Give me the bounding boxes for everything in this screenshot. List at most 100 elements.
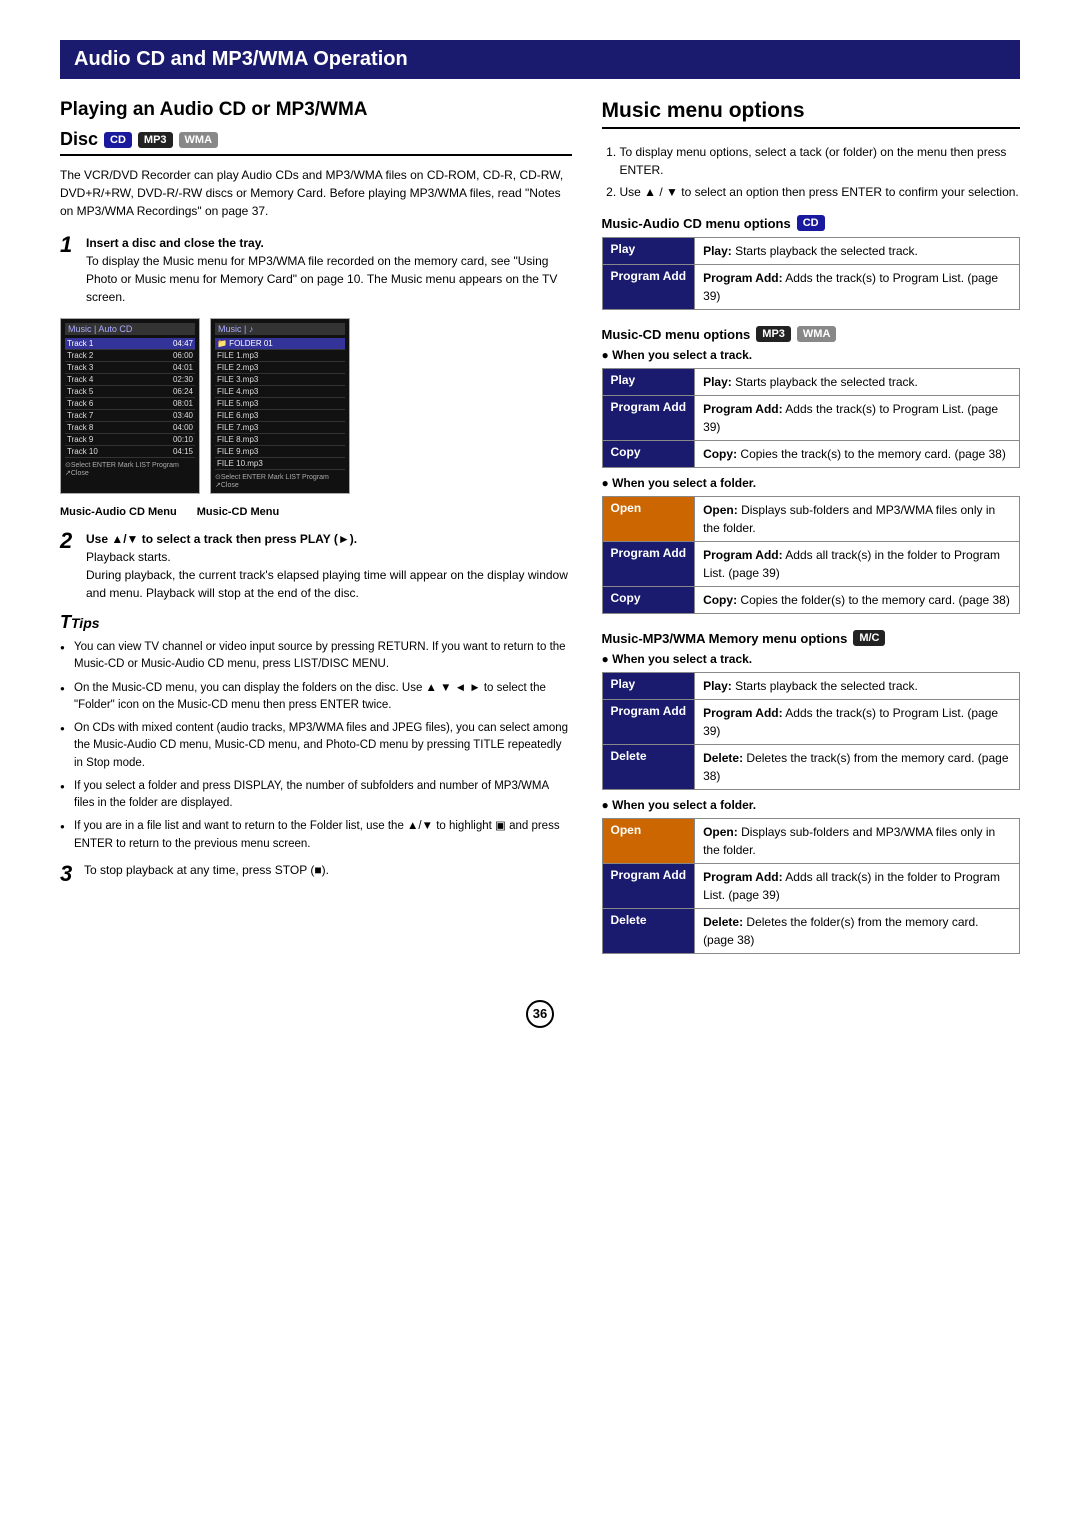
option-row-open-2: Open Open: Displays sub-folders and MP3/…	[602, 819, 1020, 864]
track-row-2: Track 206:00	[65, 350, 195, 362]
option-row-copy-2: Copy Copy: Copies the folder(s) to the m…	[602, 587, 1020, 614]
track-row-9: Track 900:10	[65, 434, 195, 446]
track-row-10: Track 1004:15	[65, 446, 195, 458]
file-row-2: FILE 2.mp3	[215, 362, 345, 374]
option-label-program-add-4: Program Add	[602, 700, 695, 745]
option-desc-program-add-4: Program Add: Adds the track(s) to Progra…	[695, 700, 1020, 745]
option-label-play-3: Play	[602, 673, 695, 700]
option-desc-open: Open: Displays sub-folders and MP3/WMA f…	[695, 497, 1020, 542]
option-desc-play-3: Play: Starts playback the selected track…	[695, 673, 1020, 700]
option-desc-program-add-2: Program Add: Adds the track(s) to Progra…	[695, 396, 1020, 441]
step-2-content: Use ▲/▼ to select a track then press PLA…	[86, 530, 572, 602]
badge-cd: CD	[104, 132, 132, 148]
step-3-number: 3	[60, 863, 78, 885]
memory-track-table: Play Play: Starts playback the selected …	[602, 672, 1021, 790]
tips-header: TTips	[60, 612, 572, 633]
track-bullet: ● When you select a track.	[602, 348, 1021, 362]
mc-badge: M/C	[853, 630, 885, 646]
tip-5: If you are in a file list and want to re…	[60, 818, 572, 853]
tip-1: You can view TV channel or video input s…	[60, 639, 572, 674]
page-number-container: 36	[60, 1000, 1020, 1028]
menu-label-music-cd: Music-CD Menu	[197, 506, 280, 518]
file-row-10: FILE 10.mp3	[215, 458, 345, 470]
option-desc-program-add-5: Program Add: Adds all track(s) in the fo…	[695, 864, 1020, 909]
option-desc-play-2: Play: Starts playback the selected track…	[695, 369, 1020, 396]
option-desc-play: Play: Starts playback the selected track…	[695, 238, 1020, 265]
audio-cd-options-section: Music-Audio CD menu options CD Play Play…	[602, 215, 1021, 310]
option-row-play-2: Play Play: Starts playback the selected …	[602, 369, 1020, 396]
intro-text: The VCR/DVD Recorder can play Audio CDs …	[60, 166, 572, 220]
cd-mp3-options-section: Music-CD menu options MP3 WMA ● When you…	[602, 326, 1021, 614]
file-row-6: FILE 6.mp3	[215, 410, 345, 422]
file-row-1: FILE 1.mp3	[215, 350, 345, 362]
tip-2: On the Music-CD menu, you can display th…	[60, 680, 572, 715]
screenshot-music-cd: Music | ♪ 📁 FOLDER 01 FILE 1.mp3 FILE 2.…	[210, 318, 350, 494]
option-row-program-add: Program Add Program Add: Adds the track(…	[602, 265, 1020, 310]
track-row-7: Track 703:40	[65, 410, 195, 422]
option-label-program-add-3: Program Add	[602, 542, 695, 587]
option-desc-copy: Copy: Copies the track(s) to the memory …	[695, 441, 1020, 468]
tips-box: TTips You can view TV channel or video i…	[60, 612, 572, 853]
disc-line: Disc CD MP3 WMA	[60, 129, 572, 156]
right-column: Music menu options To display menu optio…	[602, 99, 1021, 970]
instruction-1: To display menu options, select a tack (…	[620, 143, 1021, 179]
track-row-4: Track 402:30	[65, 374, 195, 386]
option-row-program-add-2: Program Add Program Add: Adds the track(…	[602, 396, 1020, 441]
audio-cd-heading: Music-Audio CD menu options CD	[602, 215, 1021, 231]
mp3-badge: MP3	[756, 326, 791, 342]
step-1-heading: Insert a disc and close the tray.	[86, 236, 264, 250]
folder-bullet: ● When you select a folder.	[602, 476, 1021, 490]
page-number: 36	[526, 1000, 554, 1028]
option-label-play-2: Play	[602, 369, 695, 396]
memory-track-bullet: ● When you select a track.	[602, 652, 1021, 666]
option-label-open: Open	[602, 497, 695, 542]
option-row-play: Play Play: Starts playback the selected …	[602, 238, 1020, 265]
option-label-copy-2: Copy	[602, 587, 695, 614]
screenshot-audio-cd: Music | Auto CD Track 104:47 Track 206:0…	[60, 318, 200, 494]
step-2-detail: During playback, the current track's ela…	[86, 568, 568, 600]
tips-list: You can view TV channel or video input s…	[60, 639, 572, 853]
file-row-9: FILE 9.mp3	[215, 446, 345, 458]
wma-badge: WMA	[797, 326, 837, 342]
file-row-8: FILE 8.mp3	[215, 434, 345, 446]
screenshot-music-cd-title: Music | ♪	[215, 323, 345, 335]
step-1: 1 Insert a disc and close the tray. To d…	[60, 234, 572, 306]
cd-mp3-heading: Music-CD menu options MP3 WMA	[602, 326, 1021, 342]
option-row-play-3: Play Play: Starts playback the selected …	[602, 673, 1020, 700]
option-label-delete-2: Delete	[602, 909, 695, 954]
file-row-4: FILE 4.mp3	[215, 386, 345, 398]
step-1-number: 1	[60, 234, 78, 306]
option-desc-open-2: Open: Displays sub-folders and MP3/WMA f…	[695, 819, 1020, 864]
option-row-delete-2: Delete Delete: Deletes the folder(s) fro…	[602, 909, 1020, 954]
numbered-steps: To display menu options, select a tack (…	[602, 143, 1021, 201]
left-column: Playing an Audio CD or MP3/WMA Disc CD M…	[60, 99, 572, 970]
track-row-8: Track 804:00	[65, 422, 195, 434]
step-1-content: Insert a disc and close the tray. To dis…	[86, 234, 572, 306]
option-row-copy: Copy Copy: Copies the track(s) to the me…	[602, 441, 1020, 468]
page-header: Audio CD and MP3/WMA Operation	[60, 40, 1020, 79]
track-row-1: Track 104:47	[65, 338, 195, 350]
badge-wma: WMA	[179, 132, 219, 148]
option-label-open-2: Open	[602, 819, 695, 864]
screenshot-footer-right: ⊙Select ENTER Mark LIST Program ↗Close	[215, 473, 345, 489]
option-row-program-add-4: Program Add Program Add: Adds the track(…	[602, 700, 1020, 745]
screenshot-footer-left: ⊙Select ENTER Mark LIST Program ↗Close	[65, 461, 195, 477]
option-label-delete: Delete	[602, 745, 695, 790]
track-row-6: Track 608:01	[65, 398, 195, 410]
option-desc-program-add: Program Add: Adds the track(s) to Progra…	[695, 265, 1020, 310]
audio-cd-option-table: Play Play: Starts playback the selected …	[602, 237, 1021, 310]
option-label-copy: Copy	[602, 441, 695, 468]
memory-folder-table: Open Open: Displays sub-folders and MP3/…	[602, 818, 1021, 954]
option-row-program-add-3: Program Add Program Add: Adds all track(…	[602, 542, 1020, 587]
right-section-title: Music menu options	[602, 99, 1021, 129]
option-label-program-add-2: Program Add	[602, 396, 695, 441]
memory-heading: Music-MP3/WMA Memory menu options M/C	[602, 630, 1021, 646]
file-row-5: FILE 5.mp3	[215, 398, 345, 410]
memory-folder-bullet: ● When you select a folder.	[602, 798, 1021, 812]
cd-mp3-folder-table: Open Open: Displays sub-folders and MP3/…	[602, 496, 1021, 614]
option-desc-copy-2: Copy: Copies the folder(s) to the memory…	[695, 587, 1020, 614]
option-row-program-add-5: Program Add Program Add: Adds all track(…	[602, 864, 1020, 909]
menu-label-audio-cd: Music-Audio CD Menu	[60, 506, 177, 518]
step-3-text: To stop playback at any time, press STOP…	[84, 863, 329, 877]
option-desc-program-add-3: Program Add: Adds all track(s) in the fo…	[695, 542, 1020, 587]
